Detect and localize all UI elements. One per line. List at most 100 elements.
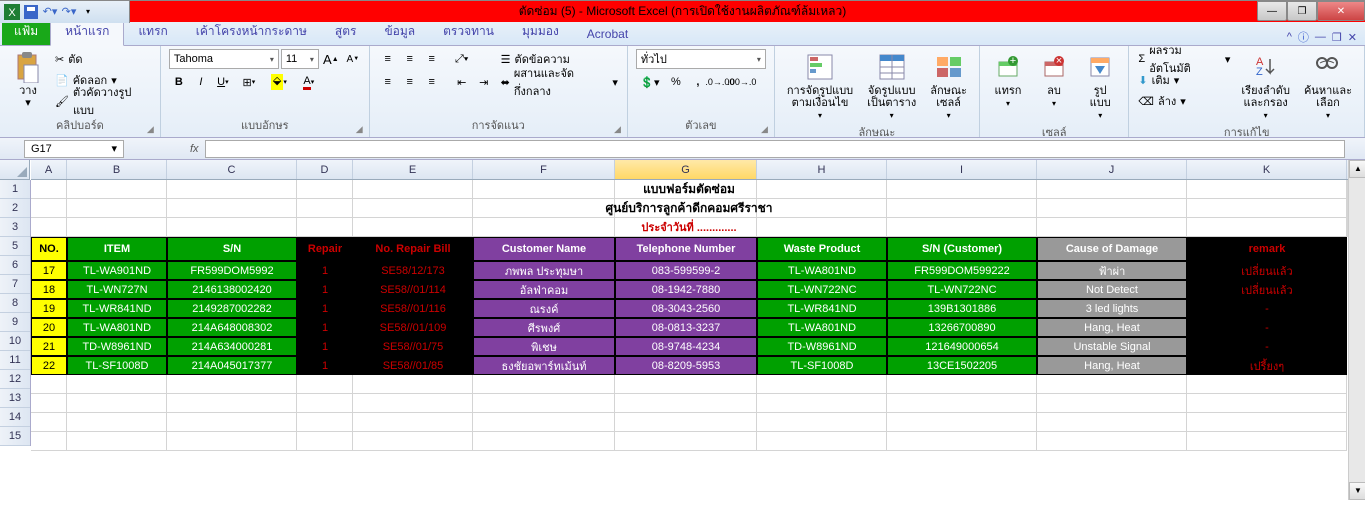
- orientation-icon[interactable]: ⤢▾: [452, 49, 472, 69]
- table-cell[interactable]: Not Detect: [1037, 280, 1187, 299]
- cell[interactable]: [31, 413, 67, 432]
- table-cell[interactable]: -: [1187, 299, 1347, 318]
- table-header[interactable]: remark: [1187, 237, 1347, 261]
- tab-4[interactable]: ข้อมูล: [370, 18, 429, 45]
- delete-button[interactable]: ×ลบ▾: [1034, 49, 1074, 110]
- cell[interactable]: [615, 394, 757, 413]
- cell[interactable]: [757, 375, 887, 394]
- align-middle-icon[interactable]: ≡: [400, 49, 420, 69]
- fill-color-icon[interactable]: ⬙▾: [265, 72, 293, 92]
- help-icon[interactable]: ⓘ: [1298, 29, 1309, 45]
- cell[interactable]: [1187, 199, 1347, 218]
- table-cell[interactable]: 1: [297, 280, 353, 299]
- table-cell[interactable]: FR599DOM5992: [167, 261, 297, 280]
- row-header[interactable]: 11: [0, 351, 30, 370]
- row-header[interactable]: 15: [0, 427, 30, 446]
- table-cell[interactable]: -: [1187, 318, 1347, 337]
- table-cell[interactable]: -: [1187, 337, 1347, 356]
- cell[interactable]: [615, 432, 757, 451]
- cell[interactable]: [615, 199, 757, 218]
- table-header[interactable]: Customer Name: [473, 237, 615, 261]
- shrink-font-icon[interactable]: A▼: [343, 49, 363, 69]
- cell[interactable]: [167, 432, 297, 451]
- cell[interactable]: [67, 413, 167, 432]
- table-cell[interactable]: 1: [297, 299, 353, 318]
- cell[interactable]: [615, 180, 757, 199]
- cell[interactable]: [167, 180, 297, 199]
- cell[interactable]: [887, 218, 1037, 237]
- format-painter-button[interactable]: 🖌ตัวคัดวางรูปแบบ: [54, 91, 152, 111]
- table-cell[interactable]: 19: [31, 299, 67, 318]
- cell[interactable]: [67, 394, 167, 413]
- row-header[interactable]: 9: [0, 313, 30, 332]
- table-cell[interactable]: TL-WN722NC: [757, 280, 887, 299]
- row-header[interactable]: 3: [0, 218, 30, 237]
- table-cell[interactable]: 2146138002420: [167, 280, 297, 299]
- col-header[interactable]: C: [167, 160, 297, 179]
- table-cell[interactable]: Hang, Heat: [1037, 318, 1187, 337]
- font-color-icon[interactable]: A▾: [295, 72, 323, 92]
- merge-center-button[interactable]: ⬌ผสานและจัดกึ่งกลาง ▾: [500, 72, 619, 92]
- cell[interactable]: [1187, 180, 1347, 199]
- qat-dropdown-icon[interactable]: ▾: [80, 4, 96, 20]
- table-cell[interactable]: ฟ้าผ่า: [1037, 261, 1187, 280]
- name-box[interactable]: G17▾: [24, 140, 124, 158]
- row-header[interactable]: 13: [0, 389, 30, 408]
- cell[interactable]: [1037, 413, 1187, 432]
- align-bottom-icon[interactable]: ≡: [422, 49, 442, 69]
- indent-inc-icon[interactable]: ⇥: [474, 72, 494, 92]
- cell[interactable]: [67, 375, 167, 394]
- indent-dec-icon[interactable]: ⇤: [452, 72, 472, 92]
- cell[interactable]: [887, 199, 1037, 218]
- underline-icon[interactable]: U ▾: [213, 72, 233, 92]
- cell[interactable]: [353, 394, 473, 413]
- cell[interactable]: [167, 218, 297, 237]
- cell[interactable]: [1187, 218, 1347, 237]
- table-cell[interactable]: 08-8209-5953: [615, 356, 757, 375]
- table-cell[interactable]: อัลฟ่าคอม: [473, 280, 615, 299]
- table-cell[interactable]: TL-WA801ND: [757, 261, 887, 280]
- cell[interactable]: [473, 199, 615, 218]
- minimize-button[interactable]: —: [1257, 1, 1287, 21]
- table-cell[interactable]: ศีรพงศ์: [473, 318, 615, 337]
- cell[interactable]: [473, 413, 615, 432]
- paste-button[interactable]: วาง▾: [8, 49, 48, 111]
- table-cell[interactable]: TL-WN727N: [67, 280, 167, 299]
- table-cell[interactable]: 08-0813-3237: [615, 318, 757, 337]
- cell[interactable]: [1187, 413, 1347, 432]
- format-table-button[interactable]: จัดรูปแบบ เป็นตาราง▾: [863, 49, 920, 122]
- table-cell[interactable]: TD-W8961ND: [757, 337, 887, 356]
- cell[interactable]: [297, 180, 353, 199]
- table-cell[interactable]: TL-WA801ND: [757, 318, 887, 337]
- conditional-format-button[interactable]: การจัดรูปแบบ ตามเงื่อนไข▾: [783, 49, 857, 122]
- percent-icon[interactable]: %: [666, 72, 686, 92]
- cell[interactable]: [297, 432, 353, 451]
- col-header[interactable]: K: [1187, 160, 1347, 179]
- align-right-icon[interactable]: ≡: [422, 72, 442, 92]
- cell[interactable]: [31, 432, 67, 451]
- table-cell[interactable]: TL-WR841ND: [757, 299, 887, 318]
- cell[interactable]: [167, 199, 297, 218]
- cell[interactable]: [67, 199, 167, 218]
- cell[interactable]: [1037, 432, 1187, 451]
- decrease-decimal-icon[interactable]: .00→.0: [732, 72, 752, 92]
- table-cell[interactable]: 22: [31, 356, 67, 375]
- table-cell[interactable]: 1: [297, 318, 353, 337]
- row-header[interactable]: 2: [0, 199, 30, 218]
- table-cell[interactable]: TL-WN722NC: [887, 280, 1037, 299]
- cell[interactable]: [1037, 394, 1187, 413]
- format-button[interactable]: รูปแบบ▾: [1080, 49, 1120, 122]
- table-header[interactable]: Repair: [297, 237, 353, 261]
- table-cell[interactable]: 139B1301886: [887, 299, 1037, 318]
- table-cell[interactable]: SE58//01/109: [353, 318, 473, 337]
- cell[interactable]: [353, 432, 473, 451]
- table-header[interactable]: ITEM: [67, 237, 167, 261]
- cell[interactable]: [887, 413, 1037, 432]
- cell[interactable]: [887, 432, 1037, 451]
- cell[interactable]: [297, 199, 353, 218]
- cell[interactable]: [757, 218, 887, 237]
- redo-icon[interactable]: ↷▾: [61, 4, 77, 20]
- font-name-combo[interactable]: Tahoma▾: [169, 49, 279, 69]
- tab-7[interactable]: Acrobat: [573, 23, 642, 45]
- table-cell[interactable]: 13266700890: [887, 318, 1037, 337]
